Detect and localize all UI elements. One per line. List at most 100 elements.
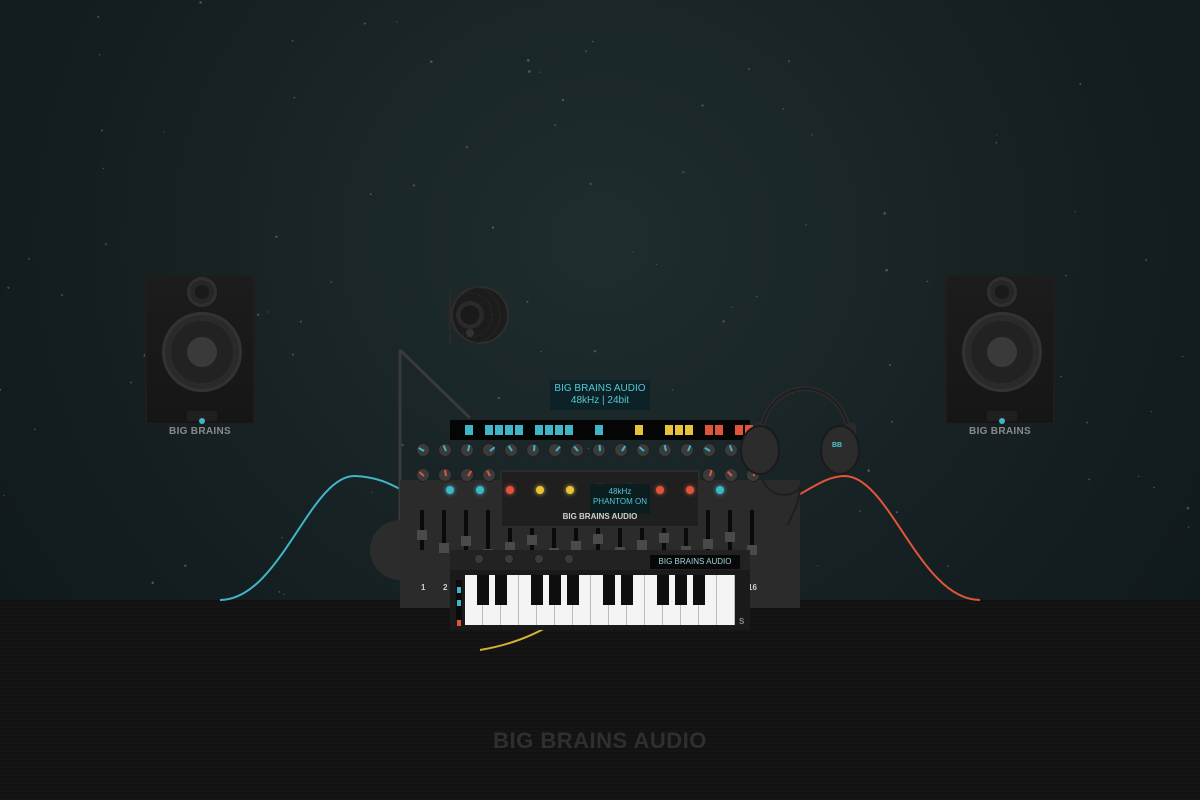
rotary-knob[interactable] <box>702 468 716 482</box>
left-speaker-brand: BIG BRAINS <box>169 426 231 437</box>
fader-cap[interactable] <box>725 532 735 542</box>
knob-indicator <box>687 445 692 452</box>
knob-indicator <box>442 445 447 452</box>
black-key[interactable] <box>549 575 561 605</box>
speaker-woofer <box>962 312 1042 392</box>
black-key[interactable] <box>657 575 669 605</box>
status-led <box>536 486 544 494</box>
knob-indicator <box>663 444 667 452</box>
rotary-knob[interactable] <box>680 443 694 457</box>
meter-segment <box>495 425 503 435</box>
rotary-knob[interactable] <box>724 468 738 482</box>
top-display: BIG BRAINS AUDIO 48kHz | 24bit <box>550 380 650 410</box>
rotary-knob[interactable] <box>460 443 474 457</box>
keyboard-knob[interactable] <box>534 554 544 564</box>
fader-cap[interactable] <box>703 539 713 549</box>
black-key[interactable] <box>621 575 633 605</box>
white-key[interactable] <box>717 575 735 625</box>
meter-segment <box>715 425 723 435</box>
speaker-power-led <box>999 418 1005 424</box>
keyboard-knob[interactable] <box>474 554 484 564</box>
knob-indicator <box>704 447 711 452</box>
channel-number: 1 <box>421 583 426 592</box>
fader-cap[interactable] <box>461 536 471 546</box>
speaker-power-led <box>199 418 205 424</box>
keyboard-knob[interactable] <box>504 554 514 564</box>
knob-indicator <box>489 446 496 452</box>
top-display-line1: BIG BRAINS AUDIO <box>554 383 646 394</box>
fader-cap[interactable] <box>439 543 449 553</box>
black-key[interactable] <box>477 575 489 605</box>
rotary-knob[interactable] <box>504 443 518 457</box>
rotary-knob[interactable] <box>438 468 452 482</box>
rotary-knob[interactable] <box>526 443 540 457</box>
black-key[interactable] <box>531 575 543 605</box>
mic-arm <box>398 348 472 420</box>
speaker-woofer <box>162 312 242 392</box>
keyboard-brand: S <box>739 617 745 626</box>
fader-cap[interactable] <box>637 540 647 550</box>
knob-indicator <box>621 445 627 452</box>
center-display-line2: PHANTOM ON <box>592 497 648 506</box>
fader-cap[interactable] <box>417 530 427 540</box>
status-led <box>656 486 664 494</box>
fader-cap[interactable] <box>659 533 669 543</box>
rotary-knob[interactable] <box>548 443 562 457</box>
rotary-knob[interactable] <box>658 443 672 457</box>
fader-track <box>486 510 490 550</box>
knob-indicator <box>444 469 447 477</box>
meter-segment <box>705 425 713 435</box>
rotary-knob[interactable] <box>482 468 496 482</box>
rotary-knob[interactable] <box>416 443 430 457</box>
meter-segment <box>555 425 563 435</box>
level-meter <box>450 420 753 440</box>
knob-indicator <box>598 444 601 452</box>
rotary-knob[interactable] <box>636 443 650 457</box>
rotary-knob[interactable] <box>592 443 606 457</box>
black-key[interactable] <box>693 575 705 605</box>
right-speaker <box>945 275 1055 425</box>
pitch-indicator <box>457 587 461 593</box>
knob-indicator <box>638 446 645 452</box>
left-speaker <box>145 275 255 425</box>
channel-number: 2 <box>443 583 448 592</box>
meter-segment <box>685 425 693 435</box>
fader-cap[interactable] <box>527 535 537 545</box>
studio-scene: BIG BRAINS BIG BRAINS BIG BRAINS AUDIO 4… <box>0 0 1200 800</box>
rotary-knob[interactable] <box>416 468 430 482</box>
console-brand: BIG BRAINS AUDIO <box>562 512 638 521</box>
status-led <box>476 486 484 494</box>
black-key[interactable] <box>675 575 687 605</box>
headphone-label: BB <box>832 442 843 449</box>
rotary-knob[interactable] <box>460 468 474 482</box>
meter-segment <box>545 425 553 435</box>
knob-indicator <box>727 471 733 477</box>
meter-segment <box>635 425 643 435</box>
meter-segment <box>465 425 473 435</box>
meter-segment <box>665 425 673 435</box>
rotary-knob[interactable] <box>702 443 716 457</box>
rotary-knob[interactable] <box>438 443 452 457</box>
knob-indicator <box>418 471 425 477</box>
fader-cap[interactable] <box>593 534 603 544</box>
speaker-tweeter <box>987 277 1017 307</box>
knob-indicator <box>728 445 733 452</box>
knob-indicator <box>418 447 425 452</box>
rotary-knob[interactable] <box>724 443 738 457</box>
meter-segment <box>485 425 493 435</box>
center-display: 48kHz PHANTOM ON <box>590 484 650 514</box>
rotary-knob[interactable] <box>614 443 628 457</box>
rotary-knob[interactable] <box>570 443 584 457</box>
status-led <box>566 486 574 494</box>
knob-indicator <box>533 444 536 452</box>
keyboard-knob[interactable] <box>564 554 574 564</box>
meter-segment <box>515 425 523 435</box>
black-key[interactable] <box>603 575 615 605</box>
studio-microphone-icon <box>443 286 509 344</box>
black-key[interactable] <box>495 575 507 605</box>
knob-indicator <box>573 445 579 452</box>
rotary-knob[interactable] <box>482 443 496 457</box>
knob-indicator <box>486 470 491 477</box>
black-key[interactable] <box>567 575 579 605</box>
meter-segment <box>565 425 573 435</box>
